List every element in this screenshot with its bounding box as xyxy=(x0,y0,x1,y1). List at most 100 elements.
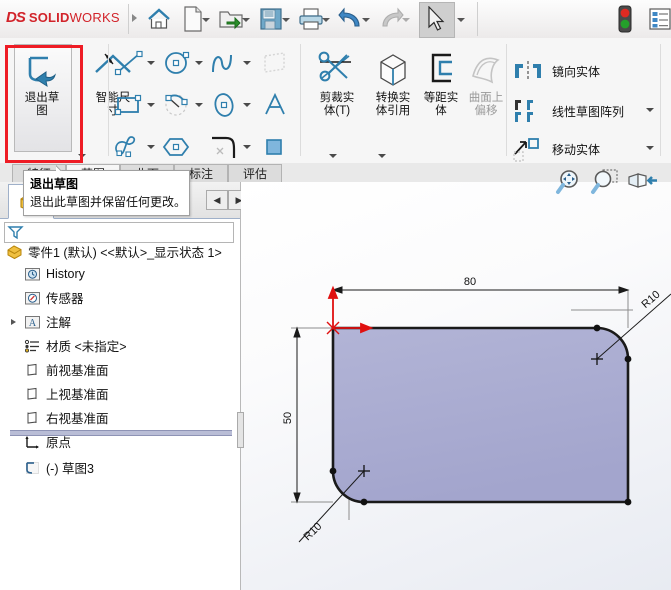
tree-item-label: 上视基准面 xyxy=(46,388,109,402)
linear-sketch-pattern-icon xyxy=(512,98,544,124)
select-arrow-icon[interactable] xyxy=(421,4,451,34)
circle-chevron-down-icon[interactable] xyxy=(194,58,204,68)
undo-chevron-down-icon[interactable] xyxy=(361,15,370,24)
tree-root-label: 零件1 (默认) <<默认>_显示状态 1> xyxy=(28,246,222,260)
rebuild-icon[interactable] xyxy=(610,4,640,34)
move-entities-label: 移动实体 xyxy=(552,142,601,157)
ribbon: 退出草 图 智能尺 寸 剪裁实 体(T) 转换实 体引用 等距实 体 曲面上 偏… xyxy=(0,38,671,164)
ds-logo-text: DS xyxy=(6,9,26,26)
exit-sketch-tooltip: 退出草图 退出此草图并保留任何更改。 xyxy=(23,170,190,216)
trim-entities-chevron-down-icon[interactable] xyxy=(328,151,338,161)
mirror-entities-icon xyxy=(512,60,544,82)
fillet-chevron-down-icon[interactable] xyxy=(242,142,252,152)
tooltip-description: 退出此草图并保留任何更改。 xyxy=(30,195,187,209)
arc-chevron-down-icon[interactable] xyxy=(194,100,204,110)
linear-sketch-pattern-chevron-down-icon[interactable] xyxy=(645,105,655,115)
solidworks-window: DS SOLIDWORKS 退出草 图 智能尺 寸 剪裁实 体(T) 转换实 体… xyxy=(0,0,671,590)
plane-icon xyxy=(24,386,41,402)
tree-item-right-plane[interactable]: 右视基准面 xyxy=(24,408,109,427)
rectangle-icon[interactable] xyxy=(112,90,146,120)
tree-item-label: 注解 xyxy=(46,316,72,330)
line-chevron-down-icon[interactable] xyxy=(146,58,156,68)
mirror-entities-button[interactable]: 镜向实体 xyxy=(512,56,600,86)
width-dimension xyxy=(331,286,630,294)
slot-icon[interactable] xyxy=(112,132,146,162)
feature-manager-panel: ◀ ▶ 零件1 (默认) <<默认>_显示状态 1> History 传感器 A… xyxy=(0,182,250,590)
polygon-icon[interactable] xyxy=(160,132,194,162)
mirror-entities-label: 镜向实体 xyxy=(552,64,601,79)
sketch-icon xyxy=(24,460,41,476)
fillet-radius-bottom-left-value[interactable]: R10 xyxy=(301,521,324,544)
sketch-canvas[interactable]: 80 50 R10 R10 xyxy=(241,182,671,590)
open-chevron-down-icon[interactable] xyxy=(241,15,250,24)
expand-chevron-right-icon[interactable] xyxy=(8,316,19,327)
tree-item-top-plane[interactable]: 上视基准面 xyxy=(24,384,109,403)
height-dimension xyxy=(293,326,301,504)
history-folder-icon xyxy=(24,266,41,282)
tree-item-label: 传感器 xyxy=(46,292,84,306)
fillet-radius-top-right xyxy=(596,293,671,360)
ellipse-chevron-down-icon[interactable] xyxy=(242,100,252,110)
tree-item-sketch3[interactable]: (-) 草图3 xyxy=(24,458,94,477)
width-dimension-value[interactable]: 80 xyxy=(464,276,476,288)
tree-item-annotations[interactable]: A 注解 xyxy=(8,312,71,331)
ribbon-divider xyxy=(108,44,109,156)
tree-item-label: History xyxy=(46,266,85,281)
tree-item-material[interactable]: 材质 <未指定> xyxy=(24,336,127,355)
tree-item-sensors[interactable]: 传感器 xyxy=(24,288,84,307)
fillet-icon[interactable] xyxy=(208,132,242,162)
print-chevron-down-icon[interactable] xyxy=(321,15,330,24)
feature-tree-filter-input[interactable] xyxy=(4,222,234,243)
ellipse-icon[interactable] xyxy=(208,90,242,120)
circle-icon[interactable] xyxy=(160,48,194,78)
move-entities-button[interactable]: 移动实体 xyxy=(512,134,600,164)
text-icon[interactable] xyxy=(258,90,292,120)
move-entities-chevron-down-icon[interactable] xyxy=(645,143,655,153)
line-icon[interactable] xyxy=(112,48,146,78)
convert-entities-chevron-down-icon[interactable] xyxy=(377,151,387,161)
tree-item-label: 前视基准面 xyxy=(46,364,109,378)
sensors-folder-icon xyxy=(24,290,41,306)
tree-item-label: 材质 <未指定> xyxy=(46,340,127,354)
home-icon[interactable] xyxy=(144,4,174,34)
arc-icon[interactable] xyxy=(160,90,194,120)
spline-chevron-down-icon[interactable] xyxy=(242,58,252,68)
linear-sketch-pattern-button[interactable]: 线性草图阵列 xyxy=(512,96,624,126)
svg-text:A: A xyxy=(29,318,37,329)
shaded-contour-icon[interactable] xyxy=(258,132,292,162)
height-dimension-value[interactable]: 50 xyxy=(282,412,294,424)
material-icon xyxy=(24,338,41,354)
sketch-region-fill xyxy=(333,328,628,502)
trim-entities-button[interactable]: 剪裁实 体(T) xyxy=(306,46,368,138)
logo-chevron-icon[interactable] xyxy=(131,13,137,22)
solidworks-logo[interactable]: DS SOLIDWORKS xyxy=(6,9,137,26)
trim-entities-label: 剪裁实 体(T) xyxy=(319,92,355,117)
redo-chevron-down-icon[interactable] xyxy=(401,15,410,24)
fillet-radius-top-right-value[interactable]: R10 xyxy=(639,289,662,311)
spline-icon[interactable] xyxy=(208,48,242,78)
trim-entities-icon xyxy=(306,46,368,90)
tree-item-front-plane[interactable]: 前视基准面 xyxy=(24,360,109,379)
save-chevron-down-icon[interactable] xyxy=(281,15,290,24)
exit-sketch-icon xyxy=(11,46,73,90)
plane-icon[interactable] xyxy=(258,48,292,78)
tree-item-history[interactable]: History xyxy=(24,264,85,283)
graphics-area[interactable]: 80 50 R10 R10 xyxy=(237,169,671,590)
smart-dimension-chevron-down-icon[interactable] xyxy=(77,151,87,161)
ribbon-divider xyxy=(660,44,661,156)
tooltip-pointer xyxy=(56,164,70,171)
options-icon[interactable] xyxy=(645,4,671,34)
slot-chevron-down-icon[interactable] xyxy=(146,142,156,152)
quick-access-toolbar: DS SOLIDWORKS xyxy=(0,0,671,39)
tree-root-node[interactable]: 零件1 (默认) <<默认>_显示状态 1> xyxy=(6,242,222,261)
rectangle-chevron-down-icon[interactable] xyxy=(146,100,156,110)
tab-evaluate[interactable]: 评估 xyxy=(228,164,282,183)
select-chevron-down-icon[interactable] xyxy=(456,15,465,24)
new-document-chevron-down-icon[interactable] xyxy=(201,15,210,24)
exit-sketch-button[interactable]: 退出草 图 xyxy=(11,46,73,138)
feature-manager-nav-prev[interactable]: ◀ xyxy=(206,190,228,210)
linear-sketch-pattern-label: 线性草图阵列 xyxy=(552,104,625,119)
offset-on-surface-button[interactable]: 曲面上 偏移 xyxy=(455,46,517,138)
plane-icon xyxy=(24,410,41,426)
rollback-bar[interactable] xyxy=(10,430,232,436)
